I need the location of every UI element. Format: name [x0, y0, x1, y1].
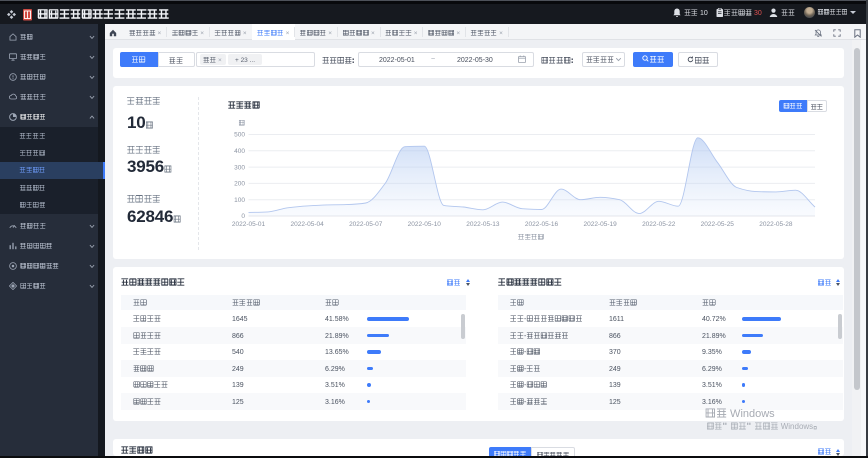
svg-text:200: 200: [234, 181, 245, 188]
svg-text:2022-05-07: 2022-05-07: [349, 221, 383, 228]
svg-text:个: 个: [239, 119, 246, 126]
svg-text:0: 0: [241, 213, 245, 220]
svg-text:2022-05-13: 2022-05-13: [466, 221, 500, 228]
svg-text:2022-05-10: 2022-05-10: [408, 221, 442, 228]
svg-text:2022-05-28: 2022-05-28: [759, 221, 793, 228]
svg-text:400: 400: [234, 148, 245, 155]
svg-text:2022-05-04: 2022-05-04: [290, 221, 324, 228]
svg-text:2022-05-22: 2022-05-22: [642, 221, 676, 228]
svg-text:2022-05-16: 2022-05-16: [525, 221, 559, 228]
svg-text:100: 100: [234, 197, 245, 204]
svg-text:2022-05-01: 2022-05-01: [232, 221, 266, 228]
svg-text:300: 300: [234, 164, 245, 171]
svg-text:500: 500: [234, 132, 245, 139]
svg-text:报警数量: 报警数量: [518, 233, 545, 240]
svg-text:2022-05-19: 2022-05-19: [583, 221, 617, 228]
svg-text:2022-05-25: 2022-05-25: [701, 221, 735, 228]
